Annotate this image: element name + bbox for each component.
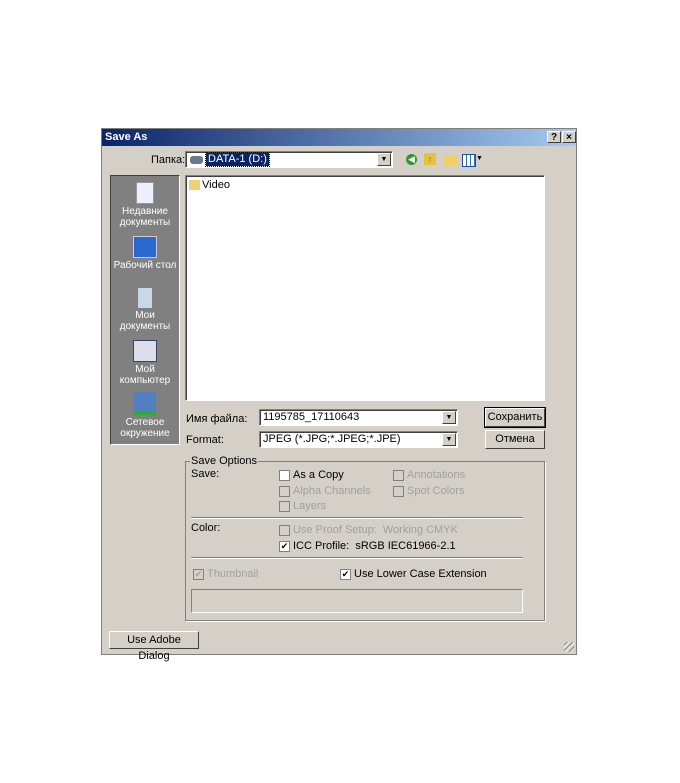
as-copy-label: As a Copy <box>293 469 344 481</box>
network-icon <box>134 392 156 415</box>
back-icon[interactable]: ◀ <box>406 154 417 165</box>
annotations-checkbox <box>393 470 404 481</box>
spot-colors-checkbox <box>393 486 404 497</box>
thumbnail-checkbox: ✔ <box>193 569 204 580</box>
chevron-down-icon[interactable]: ▼ <box>377 153 391 166</box>
divider <box>191 517 523 519</box>
use-adobe-dialog-button[interactable]: Use Adobe Dialog <box>109 631 199 662</box>
save-options-legend: Save Options <box>190 455 259 467</box>
save-label: Save: <box>191 468 220 480</box>
format-label: Format: <box>186 434 224 446</box>
layers-checkbox <box>279 501 290 512</box>
cancel-button[interactable]: Отмена <box>485 430 545 449</box>
place-recent[interactable]: Недавние документы <box>111 182 179 228</box>
chevron-down-icon[interactable]: ▼ <box>442 411 456 424</box>
resize-grip[interactable] <box>564 642 574 652</box>
lookin-label: Папка: <box>151 154 186 166</box>
divider <box>191 557 523 559</box>
filename-input[interactable]: 1195785_17110643 ▼ <box>259 409 458 426</box>
view-menu-icon[interactable] <box>462 154 476 167</box>
place-my-computer[interactable]: Мой компьютер <box>111 340 179 386</box>
icc-profile-checkbox[interactable]: ✔ <box>279 541 290 552</box>
layers-label: Layers <box>293 500 327 512</box>
filename-label: Имя файла: <box>186 413 248 425</box>
place-my-documents[interactable]: Мои документы <box>111 288 179 332</box>
place-label: Сетевое окружение <box>120 417 170 439</box>
help-button[interactable]: ? <box>547 131 561 143</box>
alpha-channels-checkbox <box>279 486 290 497</box>
my-documents-icon <box>138 288 152 308</box>
place-label: Мои документы <box>119 310 171 332</box>
as-copy-checkbox[interactable] <box>279 470 290 481</box>
proof-setup-checkbox <box>279 525 290 536</box>
place-label: Мой компьютер <box>119 364 171 386</box>
color-label: Color: <box>191 522 221 534</box>
save-button[interactable]: Сохранить <box>484 407 546 428</box>
annotations-label: Annotations <box>407 469 466 481</box>
info-panel <box>191 589 523 613</box>
chevron-down-icon[interactable]: ▼ <box>442 433 456 446</box>
alpha-channels-label: Alpha Channels <box>293 485 371 497</box>
lowercase-extension-checkbox[interactable]: ✔ <box>340 569 351 580</box>
title-bar: Save As <box>102 129 576 146</box>
format-select[interactable]: JPEG (*.JPG;*.JPEG;*.JPE) ▼ <box>259 431 458 448</box>
spot-colors-label: Spot Colors <box>407 485 465 497</box>
drive-icon <box>190 156 203 164</box>
place-label: Рабочий стол <box>113 260 177 271</box>
file-list[interactable]: Video <box>185 175 545 401</box>
recent-documents-icon <box>136 182 154 204</box>
lookin-value: DATA-1 (D:) <box>205 152 270 167</box>
place-network[interactable]: Сетевое окружение <box>111 392 179 439</box>
icc-profile-label: ICC Profile: sRGB IEC61966-2.1 <box>293 540 456 552</box>
desktop-icon <box>133 236 157 258</box>
up-folder-icon[interactable]: ↑ <box>424 153 436 165</box>
lowercase-extension-label: Use Lower Case Extension <box>354 568 487 580</box>
format-value: JPEG (*.JPG;*.JPEG;*.JPE) <box>263 433 401 445</box>
dialog-title: Save As <box>105 131 148 143</box>
save-as-dialog: Save As ? × Папка: DATA-1 (D:) ▼ ◀ ↑ ▼ Н… <box>101 128 577 662</box>
proof-setup-label: Use Proof Setup: Working CMYK <box>293 524 458 536</box>
new-folder-icon[interactable] <box>444 155 457 165</box>
places-bar: Недавние документы Рабочий стол Мои доку… <box>110 175 180 445</box>
file-name: Video <box>202 179 230 191</box>
close-button[interactable]: × <box>562 131 576 143</box>
my-computer-icon <box>133 340 157 362</box>
chevron-down-icon[interactable]: ▼ <box>476 155 483 162</box>
thumbnail-label: Thumbnail <box>207 568 259 580</box>
place-label: Недавние документы <box>119 206 171 228</box>
folder-icon <box>189 180 200 190</box>
filename-value: 1195785_17110643 <box>263 411 360 423</box>
place-desktop[interactable]: Рабочий стол <box>111 236 179 271</box>
lookin-dropdown[interactable]: DATA-1 (D:) ▼ <box>185 151 393 168</box>
